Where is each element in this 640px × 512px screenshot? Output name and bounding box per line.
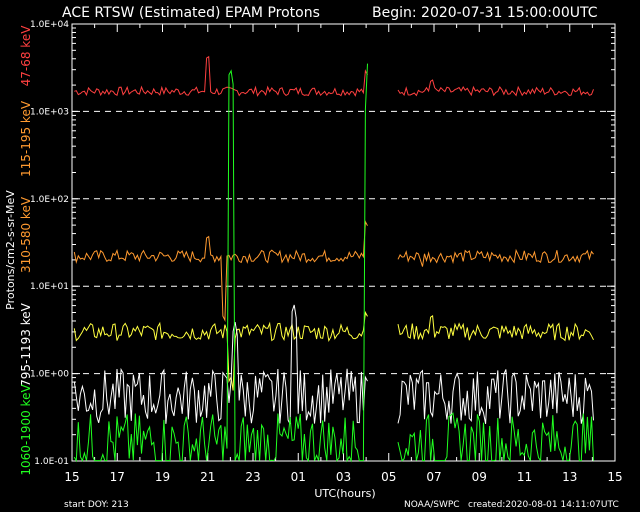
- x-tick-label-5: 01: [291, 470, 306, 484]
- start-doy: start DOY: 213: [64, 500, 129, 510]
- reference-lines: [72, 110, 615, 375]
- series-line-4-0: [73, 304, 368, 425]
- x-tick-label-7: 05: [381, 470, 396, 484]
- x-tick-label-11: 13: [562, 470, 577, 484]
- source-label: NOAA/SWPC: [404, 500, 460, 510]
- epam-chart: ACE RTSW (Estimated) EPAM Protons Begin:…: [4, 5, 623, 510]
- series-line-3-1: [397, 315, 594, 342]
- y-tick-label-3: 1.0E+02: [30, 195, 69, 205]
- y-tick-label-0: 1.0E-01: [34, 457, 69, 467]
- series-lines: [73, 55, 594, 463]
- x-tick-label-10: 11: [517, 470, 532, 484]
- label-115-195: 115-195 keV: [19, 100, 33, 177]
- x-tick-label-2: 19: [155, 470, 170, 484]
- series-line-5-1: [397, 412, 594, 463]
- created-label: created:2020-08-01 14:11:07UTC: [468, 500, 619, 510]
- y-axis-label: Protons/cm2-s-sr-MeV: [4, 190, 17, 310]
- y-axis-ticks: 1.0E-01 1.0E+00 1.0E+01 1.0E+02 1.0E+03 1.0E+…: [30, 20, 615, 467]
- x-tick-label-8: 07: [426, 470, 441, 484]
- y-tick-label-4: 1.0E+03: [30, 107, 69, 117]
- series-line-4-1: [397, 369, 594, 424]
- y-tick-label-5: 1.0E+04: [30, 20, 69, 30]
- y-tick-label-1: 1.0E+00: [30, 370, 69, 380]
- label-47-68: 47-68 keV: [19, 25, 33, 87]
- series-line-3-0: [73, 310, 368, 391]
- label-1060-1900: 1060-1900 keV: [19, 384, 33, 476]
- x-axis-label: UTC(hours): [314, 487, 375, 500]
- x-tick-label-12: 15: [607, 470, 622, 484]
- x-tick-label-1: 17: [110, 470, 125, 484]
- x-tick-label-3: 21: [200, 470, 215, 484]
- series-line-2-0: [73, 220, 368, 322]
- x-tick-label-9: 09: [472, 470, 487, 484]
- label-310-580: 310-580 keV: [19, 196, 33, 273]
- label-795-1193: 795-1193 keV: [19, 302, 33, 386]
- chart-title: ACE RTSW (Estimated) EPAM Protons: [62, 5, 320, 21]
- series-line-0-1: [397, 79, 594, 97]
- x-tick-label-0: 15: [64, 470, 79, 484]
- series-line-2-1: [397, 248, 594, 267]
- series-line-0-0: [74, 55, 368, 97]
- x-tick-label-4: 23: [245, 470, 260, 484]
- x-tick-label-6: 03: [336, 470, 351, 484]
- y-tick-label-2: 1.0E+01: [30, 282, 69, 292]
- begin-label: Begin: 2020-07-31 15:00:00UTC: [372, 5, 598, 21]
